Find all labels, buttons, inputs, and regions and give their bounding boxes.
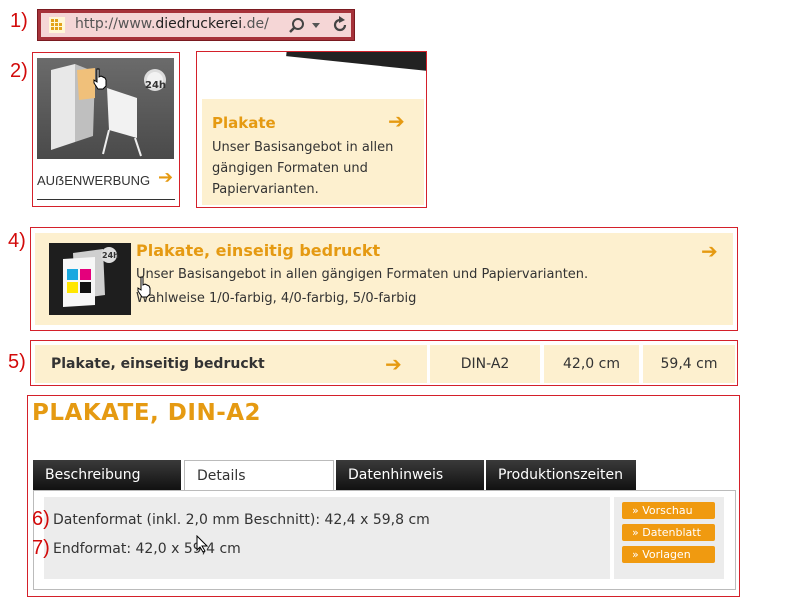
24h-badge: 24h <box>102 251 119 260</box>
page-title: PLAKATE, DIN-A2 <box>32 400 262 426</box>
details-panel: » Vorschau » Datenblatt » Vorlagen <box>33 490 736 590</box>
product-image <box>197 52 426 97</box>
product-options: Wahlweise 1/0-farbig, 4/0-farbig, 5/0-fa… <box>136 291 417 306</box>
marker-2: 2) <box>10 60 28 82</box>
marker-1: 1) <box>10 10 28 32</box>
templates-button[interactable]: » Vorlagen <box>622 546 715 563</box>
tab-beschreibung[interactable]: Beschreibung <box>33 460 181 490</box>
refresh-icon[interactable] <box>331 16 349 34</box>
tab-details[interactable]: Details <box>184 460 334 492</box>
hand-cursor-icon <box>93 68 107 90</box>
arrow-cursor-icon <box>196 535 208 553</box>
end-format-text: Endformat: 42,0 x 59,4 cm <box>53 541 241 557</box>
24h-badge: 24h <box>145 80 167 91</box>
product-row-name: Plakate, einseitig bedruckt <box>51 356 265 372</box>
arrow-right-icon: ➔ <box>158 167 174 188</box>
chevron-down-icon[interactable] <box>311 22 321 30</box>
product-card-plakate[interactable]: Plakate ➔ Unser Basisangebot in allen gä… <box>196 51 427 208</box>
arrow-right-icon: ➔ <box>388 109 405 133</box>
product-description: Unser Basisangebot in allen gängigen For… <box>212 140 394 197</box>
marker-4: 4) <box>8 230 26 252</box>
product-detail-section: PLAKATE, DIN-A2 Beschreibung Details Dat… <box>27 395 740 597</box>
site-favicon-icon <box>49 17 65 33</box>
product-row-height: 59,4 cm <box>643 345 735 383</box>
marker-5: 5) <box>8 351 26 373</box>
marker-7: 7) <box>32 537 50 559</box>
marker-6: 6) <box>32 508 50 530</box>
datasheet-button[interactable]: » Datenblatt <box>622 524 715 541</box>
product-title: Plakate <box>212 114 276 132</box>
divider <box>37 199 175 200</box>
browser-address-bar[interactable]: http://www.diedruckerei.de/ <box>37 9 355 41</box>
category-label: AUẞENWERBUNG <box>37 173 151 188</box>
data-format-text: Datenformat (inkl. 2,0 mm Beschnitt): 42… <box>53 512 430 528</box>
arrow-right-icon: ➔ <box>385 352 402 376</box>
hand-cursor-icon <box>137 276 151 298</box>
preview-button[interactable]: » Vorschau <box>622 502 715 519</box>
product-row[interactable]: Plakate, einseitig bedruckt ➔ DIN-A2 42,… <box>30 340 738 386</box>
arrow-right-icon: ➔ <box>701 239 718 263</box>
tab-produktionszeiten[interactable]: Produktionszeiten <box>486 460 636 490</box>
url-text[interactable]: http://www.diedruckerei.de/ <box>75 16 269 32</box>
product-row-width: 42,0 cm <box>544 345 639 383</box>
product-description: Unser Basisangebot in allen gängigen For… <box>136 267 589 282</box>
tab-datenhinweis[interactable]: Datenhinweis <box>336 460 484 490</box>
product-title: Plakate, einseitig bedruckt <box>136 241 381 260</box>
search-icon[interactable] <box>288 17 306 35</box>
product-row-name-cell[interactable]: Plakate, einseitig bedruckt ➔ <box>35 345 427 383</box>
action-buttons: » Vorschau » Datenblatt » Vorlagen <box>614 497 724 579</box>
product-row-format: DIN-A2 <box>430 345 540 383</box>
product-thumbnail: 24h <box>49 243 131 315</box>
